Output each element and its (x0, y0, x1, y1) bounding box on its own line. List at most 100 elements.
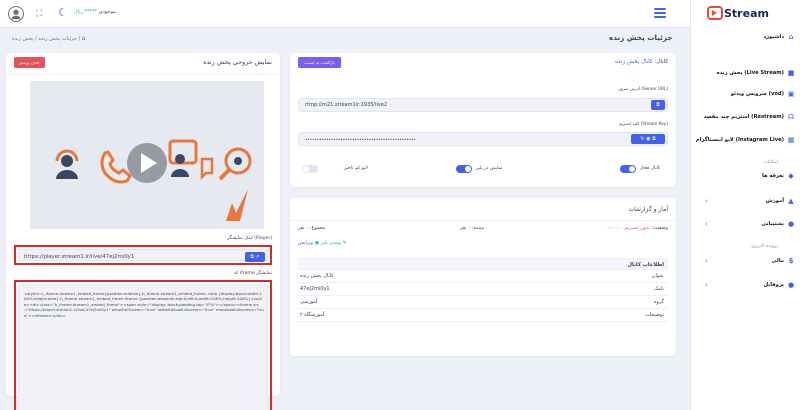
support-icon: ● (787, 220, 795, 228)
status-time: ۰۰:۰۰:۰۰ (604, 226, 624, 231)
sidebar-item-dashboard[interactable]: ⌂ داشبورد (691, 31, 800, 45)
moon-icon[interactable]: ☾ (58, 7, 68, 19)
video-player-preview[interactable] (30, 81, 264, 229)
live-output-card: نمایش خروجی پخش زنده حذف پوستر لینک نمای… (6, 53, 280, 410)
channel-value: کانال پخش زنده (614, 59, 653, 65)
edit-icon: ✎ (342, 241, 347, 246)
stats-card: آمار و گزارشات وضعیت: بدون استریم ۰۰:۰۰:… (290, 198, 676, 356)
player-link-actions: ⧉ ↗ (245, 252, 265, 262)
sidebar-item-label: پشتیبانی (761, 221, 784, 227)
row-value: کانال پخش زنده (300, 273, 334, 279)
hamburger-icon[interactable] (654, 8, 666, 18)
sidebar-item-label: پخش زنده (Live Stream) (716, 70, 784, 76)
copy-icon[interactable]: ⧉ (250, 254, 254, 260)
sidebar-section-features: امکانات (763, 160, 778, 165)
sidebar-item-restream[interactable]: ☊ استریم چند مقصد (Restream) (691, 111, 800, 125)
low-latency-toggle-row[interactable]: لایو کم تاخیر (302, 165, 368, 175)
player-poster-link[interactable]: پوستر پلیر (321, 241, 341, 246)
player-link-field[interactable]: https://player.stream1.ir/live/47ej2mi0y… (18, 249, 268, 262)
image-icon: ▣ (314, 241, 320, 246)
sidebar-item-label: مالی (771, 258, 784, 264)
breadcrumb: جزئیات پخش زنده / پخش زنده / ⌂ (12, 35, 85, 42)
external-link-icon[interactable]: ↗ (255, 254, 259, 260)
server-url-label: آدرس سرور (Server URL) (618, 86, 668, 91)
output-title: نمایش خروجی پخش زنده (203, 58, 272, 66)
sidebar: Stream ⌂ داشبورد ■ پخش زنده (Live Stream… (690, 0, 800, 410)
player-link-label: لینک نمایشگر (Player) (227, 236, 272, 241)
table-row: عنوان کانال پخش زنده (298, 270, 668, 283)
show-in-player-label: نمایش در پلیر (476, 166, 503, 171)
stream-key-actions: ↻ ◉ ⧉ (631, 134, 665, 144)
logo-text: Stream (724, 6, 769, 20)
status-label: وضعیت: (651, 226, 668, 231)
tag-icon: ◆ (788, 172, 794, 180)
sidebar-item-profile[interactable]: ● پروفایل ‹ (691, 279, 800, 293)
page-title: جزئیات پخش زنده (609, 33, 673, 42)
low-latency-toggle[interactable] (302, 165, 318, 173)
stream-details-card: بازگشت به لیست کانال: کانال پخش زنده آدر… (290, 53, 676, 187)
back-to-list-button[interactable]: بازگشت به لیست (298, 57, 341, 68)
logo[interactable]: Stream (707, 4, 769, 22)
server-url-field[interactable]: rtmp://m21.stream1ir:1935/live2 ⧉ (298, 98, 668, 112)
balance-label: موجودی (98, 9, 116, 15)
sidebar-item-support[interactable]: ● پشتیبانی ‹ (691, 218, 800, 232)
show-in-player-toggle-row[interactable]: نمایش در پلیر (456, 165, 526, 175)
stream-key-field[interactable]: ••••••••••••••••••••••••••••••••••••••••… (298, 132, 668, 146)
stream-key-label: کلید استریم (Stream Key) (618, 121, 668, 126)
sidebar-item-label: داشبورد (763, 34, 784, 40)
sidebar-item-label: تعرفه ها (762, 173, 784, 179)
stats-title: آمار و گزارشات (628, 206, 668, 213)
channel-label: کانال: (654, 59, 668, 65)
row-value: 47ej2mi0y1 (300, 286, 330, 292)
stream-key-value: ••••••••••••••••••••••••••••••••••••••••… (305, 137, 416, 142)
channel-active-label: کانال فعال (640, 166, 661, 171)
sidebar-item-finance[interactable]: $ مالی ‹ (691, 255, 800, 269)
stream-status: وضعیت: بدون استریم ۰۰:۰۰:۰۰ (605, 226, 668, 231)
sidebar-item-live-stream[interactable]: ■ پخش زنده (Live Stream) (691, 67, 800, 81)
folder-video-icon: ▣ (787, 90, 795, 98)
show-in-player-toggle[interactable] (456, 165, 472, 173)
breadcrumb-separator: / (35, 36, 37, 42)
row-value: آموزشگاه ۲ (300, 312, 325, 318)
sidebar-item-label: سرویس ویدئو (vod) (730, 91, 784, 97)
divider (6, 74, 280, 75)
row-key: گروه (653, 299, 664, 305)
channel-info-table: اطلاعات کانال عنوان کانال پخش زنده نامک … (298, 258, 668, 322)
table-header-label: اطلاعات کانال (627, 262, 664, 268)
top-bar: ⛶ ☾ موجودی ***** ریال (0, 0, 690, 28)
delete-poster-button[interactable]: حذف پوستر (14, 57, 45, 68)
row-key: عنوان (651, 273, 664, 279)
iframe-code-text: <style>.h_iframe-stream1_embed_frame{pos… (24, 291, 264, 318)
iframe-code-label: کد iframe نمایشگر (233, 271, 272, 276)
sidebar-item-education[interactable]: ▲ آموزش ‹ (691, 195, 800, 209)
player-link-highlight: https://player.stream1.ir/live/47ej2mi0y… (14, 245, 272, 265)
refresh-icon[interactable]: ↻ (640, 136, 644, 142)
home-icon[interactable]: ⌂ (82, 35, 86, 42)
breadcrumb-live[interactable]: پخش زنده (12, 36, 34, 42)
channel-active-toggle-row[interactable]: کانال فعال (620, 165, 668, 175)
table-row: نامک 47ej2mi0y1 (298, 283, 668, 296)
copy-icon[interactable]: ⧉ (651, 100, 665, 110)
home-icon: ⌂ (788, 33, 794, 41)
breadcrumb-current: جزئیات پخش زنده (38, 36, 77, 42)
sidebar-item-instagram-live[interactable]: ▦ لایو اینستاگرام (Instagram Live) (691, 134, 800, 148)
chevron-left-icon: ‹ (705, 197, 708, 205)
server-url-value: rtmp://m21.stream1ir:1935/live2 (305, 102, 388, 108)
eye-icon[interactable]: ◉ (646, 136, 650, 142)
user-icon: ● (787, 281, 795, 289)
stats-links: پوستر پلیر ▣ ویرایش ✎ (298, 241, 347, 246)
sidebar-item-pricing[interactable]: ◆ تعرفه ها (691, 170, 800, 184)
fullscreen-icon[interactable]: ⛶ (36, 9, 46, 19)
channel-active-toggle[interactable] (620, 165, 636, 173)
viewers-count: بیننده: ۰ نفر (460, 226, 485, 231)
player-link-value: https://player.stream1.ir/live/47ej2mi0y… (24, 254, 135, 260)
calendar-icon: ▦ (787, 136, 795, 144)
row-value: آموزشی (300, 299, 318, 305)
balance-display: موجودی ***** ریال (74, 9, 116, 15)
iframe-code-field[interactable]: <style>.h_iframe-stream1_embed_frame{pos… (18, 284, 268, 410)
sidebar-item-label: استریم چند مقصد (Restream) (703, 114, 784, 120)
edit-link[interactable]: ویرایش (298, 241, 313, 246)
copy-icon[interactable]: ⧉ (652, 136, 656, 142)
sidebar-item-vod[interactable]: ▣ سرویس ویدئو (vod) (691, 88, 800, 102)
user-avatar-icon[interactable] (8, 6, 24, 22)
